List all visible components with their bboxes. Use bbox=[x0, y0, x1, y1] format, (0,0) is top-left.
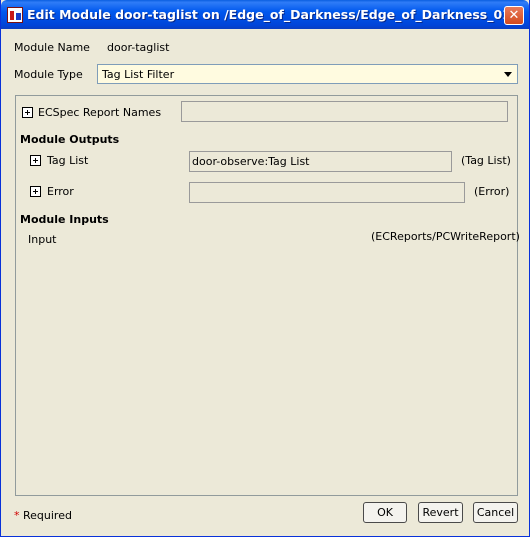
edit-module-dialog: Edit Module door-taglist on /Edge_of_Dar… bbox=[0, 0, 530, 537]
title-bar[interactable]: Edit Module door-taglist on /Edge_of_Dar… bbox=[1, 0, 529, 29]
revert-button[interactable]: Revert bbox=[418, 502, 463, 523]
module-name-label: Module Name bbox=[14, 41, 90, 54]
module-inputs-heading: Module Inputs bbox=[20, 213, 109, 226]
module-type-select[interactable]: Tag List Filter bbox=[97, 64, 518, 84]
required-star: * bbox=[14, 509, 20, 522]
output-error-field[interactable] bbox=[189, 182, 465, 203]
output-tag-list-field[interactable]: door-observe:Tag List bbox=[189, 151, 452, 172]
chevron-down-icon[interactable] bbox=[504, 72, 512, 77]
expand-plus-icon[interactable] bbox=[30, 155, 41, 166]
module-type-value: Tag List Filter bbox=[102, 68, 175, 81]
ecspec-report-names-field[interactable] bbox=[181, 101, 508, 122]
input-label: Input bbox=[28, 233, 57, 246]
required-note: * Required bbox=[14, 509, 72, 522]
output-error-label: Error bbox=[47, 185, 74, 198]
window-title: Edit Module door-taglist on /Edge_of_Dar… bbox=[27, 7, 511, 22]
required-label: Required bbox=[23, 509, 72, 522]
module-outputs-heading: Module Outputs bbox=[20, 133, 120, 146]
output-tag-list-label: Tag List bbox=[47, 154, 89, 167]
output-tag-list-value: door-observe:Tag List bbox=[192, 155, 310, 168]
app-icon bbox=[7, 7, 23, 23]
expand-plus-icon[interactable] bbox=[22, 107, 33, 118]
module-config-panel: ECSpec Report Names Module Outputs Tag L… bbox=[15, 95, 520, 496]
ecspec-report-names-label: ECSpec Report Names bbox=[38, 106, 162, 119]
ok-button[interactable]: OK bbox=[363, 502, 407, 523]
module-name-value: door-taglist bbox=[107, 41, 170, 54]
output-tag-list-type: (Tag List) bbox=[461, 154, 511, 167]
output-error-type: (Error) bbox=[474, 185, 510, 198]
input-type: (ECReports/PCWriteReport) bbox=[371, 230, 520, 243]
expand-plus-icon[interactable] bbox=[30, 186, 41, 197]
cancel-button[interactable]: Cancel bbox=[473, 502, 518, 523]
close-button[interactable]: ✕ bbox=[504, 6, 524, 25]
module-type-label: Module Type bbox=[14, 68, 83, 81]
